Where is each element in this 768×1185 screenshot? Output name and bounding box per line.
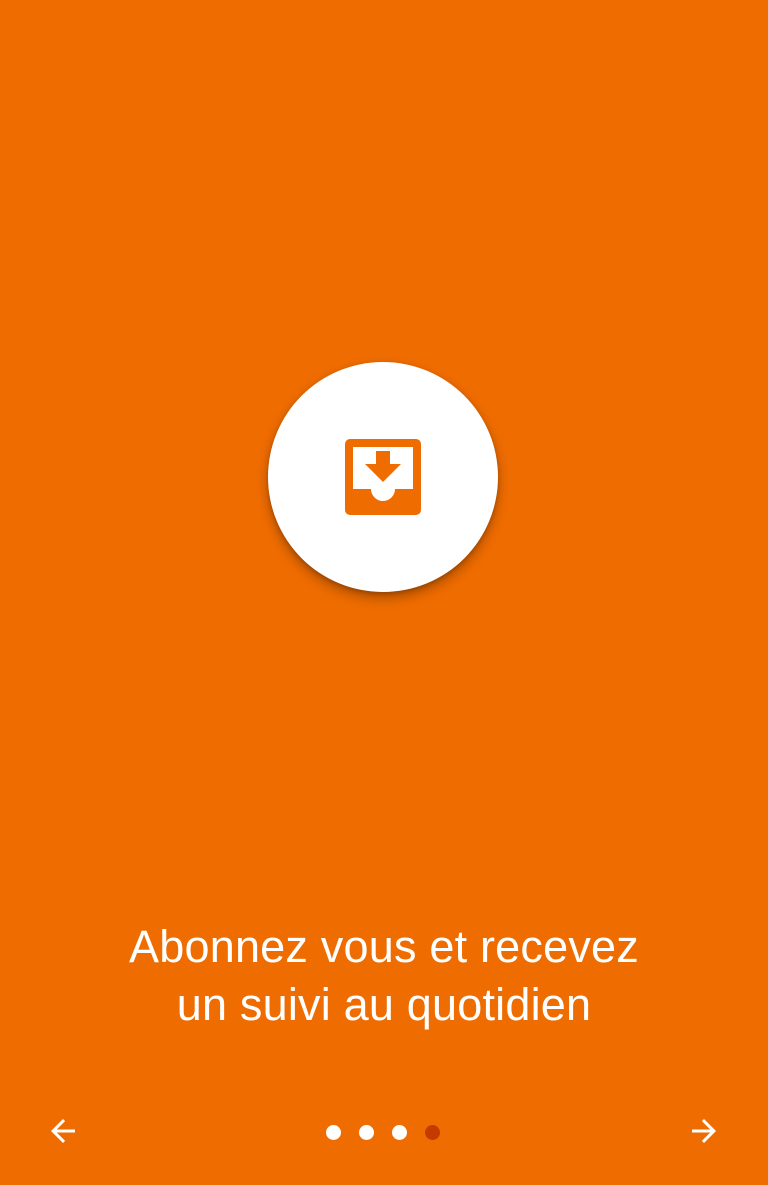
- page-dot[interactable]: [392, 1124, 407, 1140]
- hero-circle: [268, 362, 498, 592]
- next-button[interactable]: [676, 1103, 732, 1159]
- previous-button[interactable]: [35, 1103, 91, 1159]
- page-dot-active[interactable]: [425, 1124, 440, 1140]
- page-dot[interactable]: [359, 1124, 374, 1140]
- page-dot[interactable]: [326, 1124, 341, 1140]
- onboarding-screen: Abonnez vous et recevez un suivi au quot…: [0, 0, 768, 1185]
- arrow-right-icon: [692, 1119, 716, 1143]
- caption-line-1: Abonnez vous et recevez: [129, 921, 639, 972]
- inbox-download-icon: [345, 439, 421, 515]
- caption-line-2: un suivi au quotidien: [176, 979, 592, 1030]
- arrow-left-icon: [51, 1119, 75, 1143]
- page-indicator: [326, 1124, 440, 1140]
- onboarding-caption: Abonnez vous et recevez un suivi au quot…: [40, 918, 728, 1034]
